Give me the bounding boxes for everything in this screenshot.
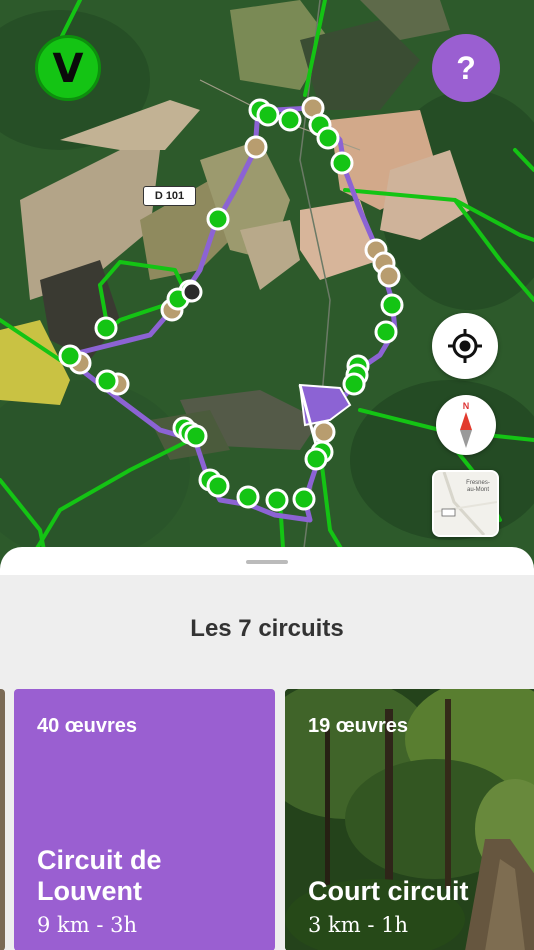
- svg-text:Fresnes-: Fresnes-: [466, 480, 490, 486]
- map-layers-icon: Fresnes- au-Mont: [434, 472, 497, 535]
- sheet-title: Les 7 circuits: [190, 615, 344, 642]
- map-layers-button[interactable]: Fresnes- au-Mont: [432, 470, 499, 537]
- help-icon: ?: [456, 49, 476, 86]
- logo-icon: V: [52, 46, 84, 92]
- road-label: D 101: [143, 186, 196, 206]
- app-screen: D 101 V ? N Fresnes- au-Mont Les 7 circu…: [0, 0, 534, 950]
- my-location-button[interactable]: [432, 313, 498, 379]
- circuit-name: Circuit de Louvent: [37, 845, 162, 906]
- compass-button[interactable]: N: [436, 395, 496, 455]
- circuits-bottom-sheet: Les 7 circuits 40 œuvres Circuit de Louv…: [0, 547, 534, 950]
- map-view[interactable]: D 101 V ? N Fresnes- au-Mont: [0, 0, 534, 580]
- circuit-distance-duration: 9 km - 3h: [37, 913, 138, 937]
- svg-text:N: N: [463, 401, 470, 411]
- logo-button[interactable]: V: [35, 35, 101, 101]
- circuit-card-court[interactable]: 19 œuvres Court circuit 3 km - 1h: [285, 689, 534, 950]
- circuit-distance-duration: 3 km - 1h: [308, 913, 409, 937]
- help-button[interactable]: ?: [432, 34, 500, 102]
- circuit-card-louvent[interactable]: 40 œuvres Circuit de Louvent 9 km - 3h: [14, 689, 275, 950]
- circuit-works-count: 19 œuvres: [308, 715, 409, 737]
- compass-icon: N: [460, 401, 472, 448]
- svg-text:au-Mont: au-Mont: [467, 487, 489, 493]
- circuit-card-previous[interactable]: [0, 689, 5, 950]
- my-location-icon: [448, 329, 482, 363]
- circuit-name: Court circuit: [308, 876, 469, 906]
- circuit-works-count: 40 œuvres: [37, 715, 138, 737]
- sheet-drag-handle[interactable]: [246, 560, 288, 564]
